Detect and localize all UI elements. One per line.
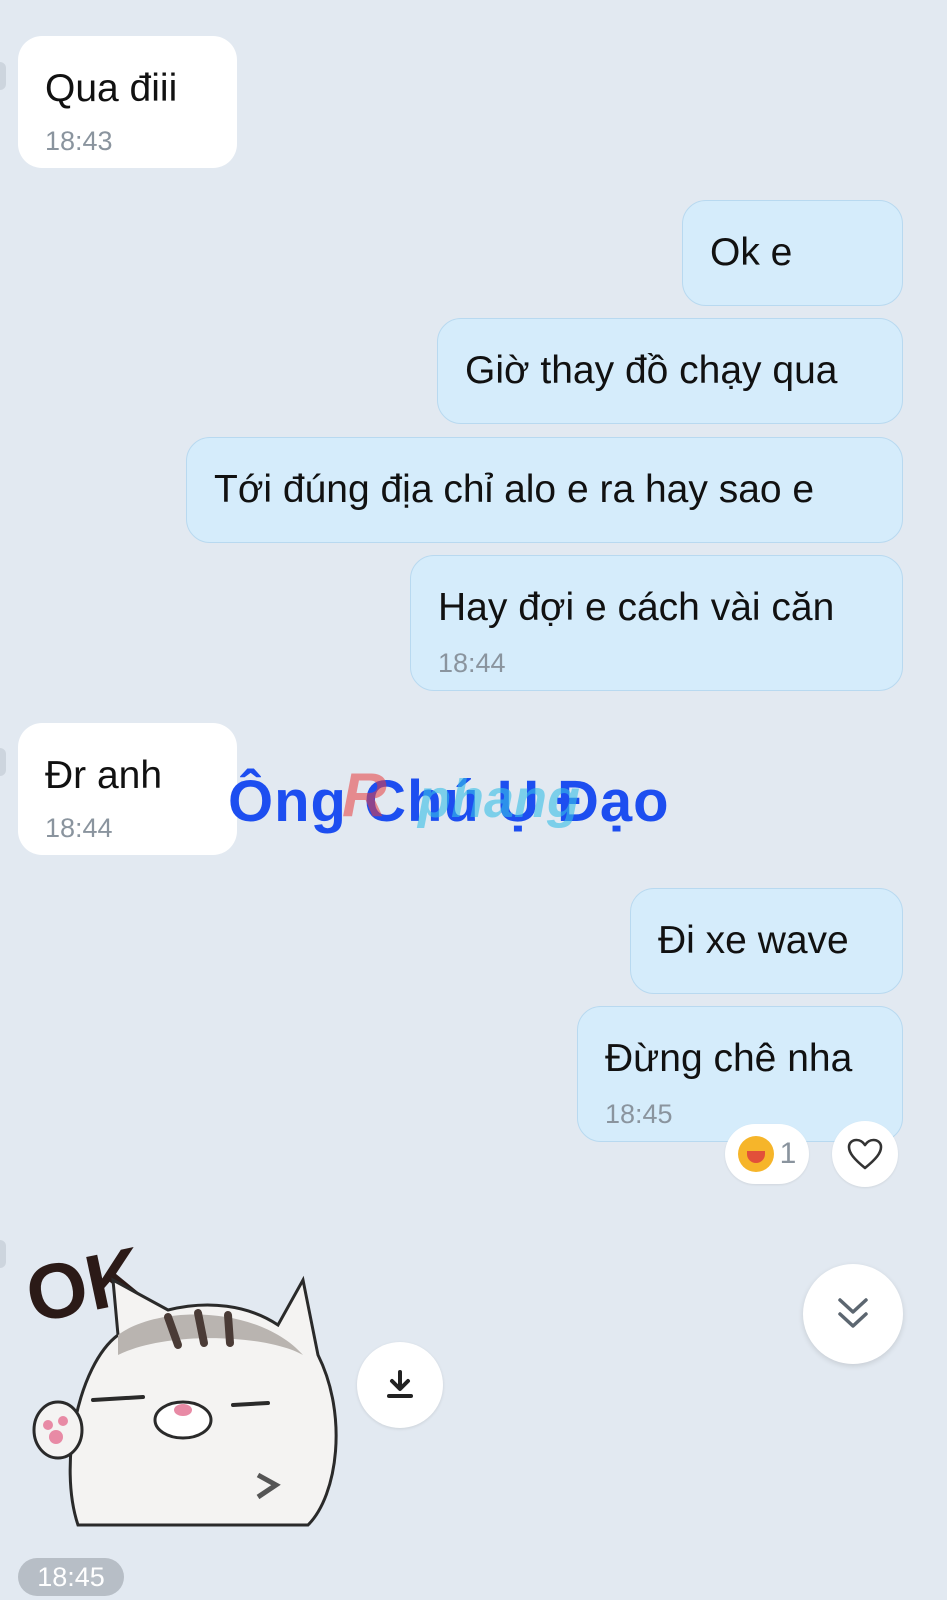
- reaction-badge[interactable]: 1: [725, 1124, 809, 1184]
- avatar-edge: [0, 62, 6, 90]
- message-text: Hay đợi e cách vài căn: [438, 586, 835, 629]
- cat-nose: [174, 1404, 192, 1416]
- watermark-overlay-r: R: [342, 761, 387, 830]
- message-text: Đi xe wave: [658, 919, 849, 962]
- message-time: 18:44: [45, 813, 113, 843]
- message-time: 18:43: [45, 126, 113, 156]
- message-incoming[interactable]: Đr anh 18:44: [18, 723, 237, 855]
- message-text: Đừng chê nha: [605, 1037, 853, 1080]
- download-icon: [387, 1370, 413, 1398]
- download-button[interactable]: [357, 1342, 443, 1428]
- sticker-time: 18:45: [18, 1558, 124, 1596]
- message-outgoing[interactable]: Hay đợi e cách vài căn 18:44: [410, 555, 903, 691]
- message-text: Tới đúng địa chỉ alo e ra hay sao e: [214, 468, 815, 511]
- heart-icon: [847, 1138, 883, 1170]
- message-text: Đr anh: [45, 754, 163, 797]
- cat-ok-sticker[interactable]: OK: [18, 1225, 348, 1550]
- scroll-to-bottom-button[interactable]: [803, 1264, 903, 1364]
- message-text: Ok e: [710, 231, 793, 274]
- message-text: Qua điii: [45, 67, 178, 110]
- laughing-crying-emoji-icon: [737, 1136, 774, 1172]
- message-outgoing[interactable]: Giờ thay đồ chạy qua: [437, 318, 903, 424]
- message-time: 18:44: [438, 648, 506, 678]
- message-outgoing[interactable]: Tới đúng địa chỉ alo e ra hay sao e: [186, 437, 903, 543]
- message-outgoing[interactable]: Đi xe wave: [630, 888, 903, 994]
- message-time: 18:45: [605, 1099, 673, 1129]
- chevron-double-down-icon: [838, 1298, 868, 1328]
- message-outgoing[interactable]: Ok e: [682, 200, 903, 306]
- message-text: Giờ thay đồ chạy qua: [465, 349, 838, 392]
- heart-button[interactable]: [832, 1121, 898, 1187]
- reaction-count: 1: [779, 1137, 797, 1170]
- avatar-edge: [0, 748, 6, 776]
- watermark-overlay-logo: phang: [418, 769, 580, 829]
- message-incoming[interactable]: Qua điii 18:43: [18, 36, 237, 168]
- avatar-edge: [0, 1240, 6, 1268]
- cat-paw: [32, 1400, 84, 1460]
